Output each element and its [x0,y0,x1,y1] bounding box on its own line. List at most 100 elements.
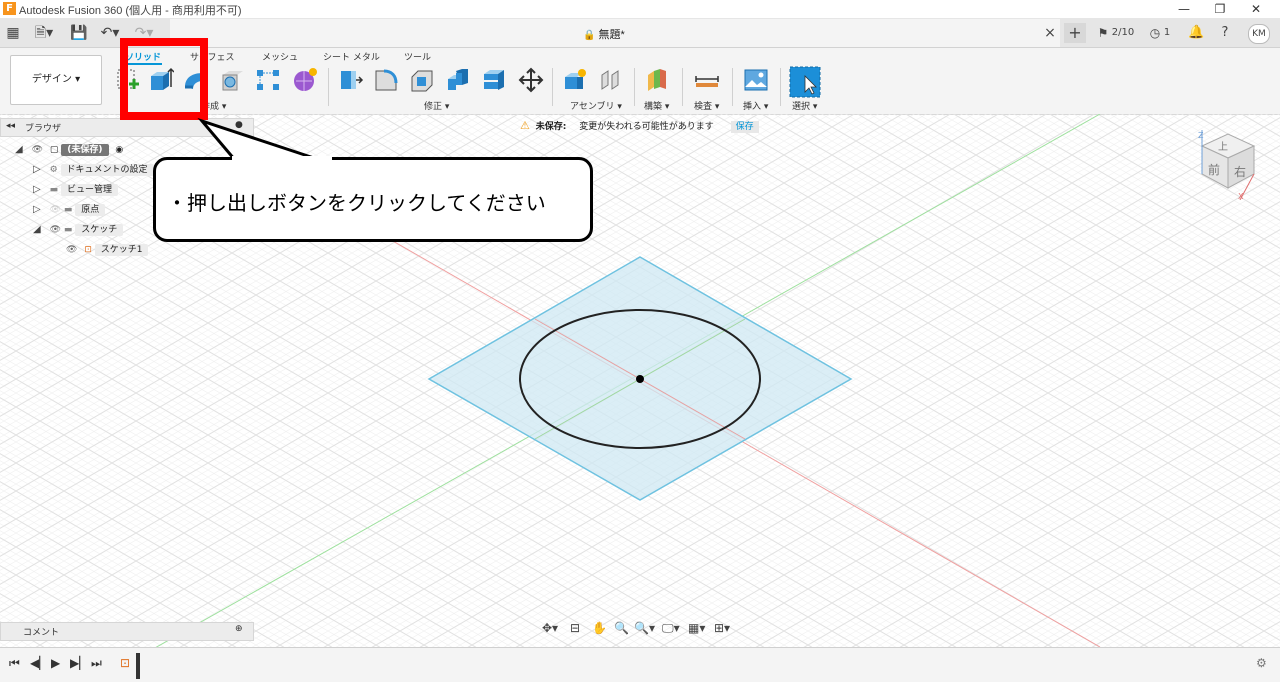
bell-icon[interactable]: 🔔 [1188,23,1204,43]
tree-root[interactable]: ◢ 👁 ▢ (未保存) ◉ [15,142,123,160]
offset-plane-icon[interactable] [644,67,670,93]
activate-radio-icon[interactable]: ◉ [115,145,123,155]
clock-icon[interactable]: ◷ [1148,23,1162,43]
folder-icon: ▬ [63,225,73,235]
tree-item-origin[interactable]: ▷ 👁 ▬ 原点 [33,202,106,220]
split-body-icon[interactable] [481,67,507,93]
toolbar-separator [732,68,733,106]
grid-menu-icon[interactable]: ▦ [5,23,21,43]
tab-tools[interactable]: ツール [404,50,431,63]
workspace-switcher[interactable]: デザイン ▾ [10,55,102,105]
eye-icon[interactable]: 👁 [32,145,43,155]
expand-triangle-icon[interactable]: ▷ [33,184,41,195]
comment-panel-header[interactable]: コメント ⊕ [0,622,254,641]
zoom-icon[interactable]: 🔍 [614,621,629,635]
shell-icon[interactable] [445,67,471,93]
root-component-label: (未保存) [61,144,109,156]
timeline-marker[interactable] [136,653,140,679]
press-pull-icon[interactable] [338,67,364,93]
joint-icon[interactable] [598,67,624,93]
orbit-icon[interactable]: ✥▾ [542,621,558,635]
go-to-start-icon[interactable]: ⏮ [9,656,20,671]
new-component-icon[interactable] [562,67,588,93]
pan-icon[interactable]: ✋ [592,621,607,635]
move-copy-icon[interactable] [518,67,544,93]
grid-settings-icon[interactable]: ▦▾ [688,621,705,635]
collapse-panel-icon[interactable]: ◂◂ [6,121,15,131]
axis-x-label: X [1238,192,1244,200]
file-menu-icon[interactable]: 🗎▾ [30,23,58,43]
eye-icon[interactable]: 👁 [50,225,61,235]
title-bar: F Autodesk Fusion 360 (個人用 - 商用利用不可) — ❐… [0,0,1280,19]
job-status-count: 2/10 [1111,27,1135,38]
restore-button[interactable]: ❐ [1202,0,1238,18]
tree-item-sketches[interactable]: ◢ 👁 ▬ スケッチ [33,222,124,240]
expand-triangle-icon[interactable]: ▷ [33,204,41,215]
window-title: Autodesk Fusion 360 (個人用 - 商用利用不可) [19,5,242,17]
expand-triangle-icon[interactable]: ◢ [15,144,23,155]
center-point[interactable] [636,375,644,383]
viewports-icon[interactable]: ⊞▾ [714,621,730,635]
folder-icon: ▬ [49,185,59,195]
assemble-group-label[interactable]: アセンブリ ▾ [570,99,622,112]
component-icon: ▢ [49,145,59,155]
tab-sheet-metal[interactable]: シート メタル [323,50,380,63]
step-back-icon[interactable]: ◀▏ [30,656,48,670]
gear-icon: ⚙ [49,165,58,175]
pattern-icon[interactable] [255,67,281,93]
toolbar-separator [328,68,329,106]
insert-image-icon[interactable] [743,67,769,93]
viewcube[interactable]: 上 前 右 Z X [1192,128,1262,200]
viewcube-front[interactable]: 前 [1208,162,1220,177]
lock-icon: 🔒 [583,30,596,41]
toolbar-separator [552,68,553,106]
modify-group-label[interactable]: 修正 ▾ [424,99,449,112]
minimize-button[interactable]: — [1166,0,1202,18]
user-avatar[interactable]: KM [1248,24,1270,44]
tab-mesh[interactable]: メッシュ [262,50,298,63]
tree-item-named-views[interactable]: ▷ ▬ ビュー管理 [33,182,118,200]
toolbar-separator [780,68,781,106]
select-icon[interactable] [789,66,821,98]
save-icon[interactable]: 💾 [70,23,87,43]
select-group-label[interactable]: 選択 ▾ [792,99,817,112]
fillet-icon[interactable] [373,67,399,93]
axis-z-label: Z [1198,131,1204,140]
eye-hidden-icon[interactable]: 👁 [50,205,61,215]
viewcube-top[interactable]: 上 [1218,141,1228,153]
timeline-settings-gear-icon[interactable]: ⚙ [1256,656,1267,670]
look-at-icon[interactable]: ⊟ [570,621,580,635]
tree-item-document-settings[interactable]: ▷ ⚙ ドキュメントの設定 [33,162,154,180]
eye-icon[interactable]: 👁 [66,245,77,255]
close-tab-icon[interactable]: × [1042,23,1058,43]
inspect-group-label[interactable]: 検査 ▾ [694,99,719,112]
display-settings-icon[interactable]: 🖵▾ [662,621,680,636]
new-tab-icon[interactable]: + [1064,23,1086,43]
hole-icon[interactable] [220,67,246,93]
fit-icon[interactable]: 🔍▾ [634,621,655,635]
browser-title: ブラウザ [25,124,62,134]
add-comment-icon[interactable]: ⊕ [235,624,243,634]
viewcube-right[interactable]: 右 [1234,164,1246,179]
chamfer-icon[interactable] [409,67,435,93]
tree-item-sketch1[interactable]: 👁 ⊡ スケッチ1 [66,242,149,260]
sketch-icon: ⊡ [84,245,92,255]
construct-group-label[interactable]: 構築 ▾ [644,99,669,112]
form-icon[interactable] [292,67,318,93]
expand-triangle-icon[interactable]: ▷ [33,164,41,175]
help-icon[interactable]: ? [1216,23,1234,43]
job-status-icon[interactable]: ⚑ [1096,23,1110,43]
close-window-button[interactable]: ✕ [1238,0,1274,18]
play-icon[interactable]: ▶ [51,656,60,670]
comment-title: コメント [23,628,60,638]
timeline-sketch-icon[interactable]: ⊡ [120,656,130,670]
step-forward-icon[interactable]: ▶▏ [70,656,88,670]
measure-icon[interactable] [694,67,720,93]
folder-icon: ▬ [63,205,73,215]
go-to-end-icon[interactable]: ⏭ [91,656,102,671]
expand-triangle-icon[interactable]: ◢ [33,224,41,235]
instruction-text: ・押し出しボタンをクリックしてください [167,191,546,215]
document-title: 🔒 無題* [583,29,625,41]
insert-group-label[interactable]: 挿入 ▾ [743,99,768,112]
save-link[interactable]: 保存 [730,121,759,133]
